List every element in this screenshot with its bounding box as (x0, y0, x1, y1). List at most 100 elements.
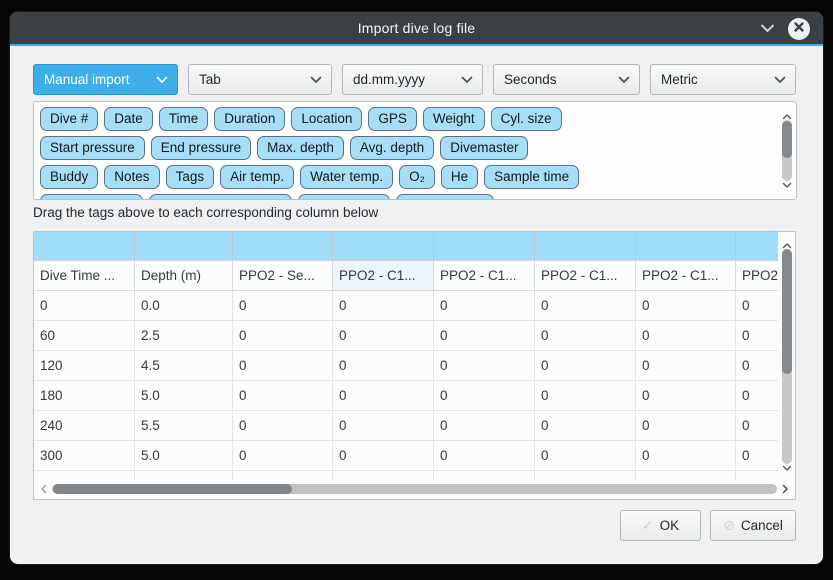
column-drop-target[interactable] (434, 232, 535, 260)
tag-chip[interactable]: Tags (166, 165, 215, 189)
table-cell: 0 (736, 291, 778, 320)
tag-chip[interactable]: End pressure (151, 136, 251, 160)
duration-format-select[interactable]: Seconds (493, 64, 640, 95)
chevron-down-icon (310, 72, 322, 87)
cancel-button[interactable]: ⊘ Cancel (710, 510, 796, 541)
scroll-track[interactable] (52, 484, 777, 494)
column-drop-target[interactable] (736, 232, 778, 260)
duration-format-value: Seconds (504, 72, 618, 87)
tag-chip[interactable]: Sample CNS (396, 194, 494, 200)
table-cell: 5.0 (135, 381, 233, 410)
scroll-track[interactable] (782, 249, 792, 464)
table-vertical-scrollbar[interactable] (780, 233, 794, 480)
table-cell: 0 (233, 351, 333, 380)
units-value: Metric (661, 72, 774, 87)
import-mode-select[interactable]: Manual import (33, 64, 178, 95)
tag-chip[interactable]: Time (159, 107, 209, 131)
scroll-thumb[interactable] (782, 249, 792, 374)
column-drop-target[interactable] (135, 232, 233, 260)
tag-chip[interactable]: Date (104, 107, 153, 131)
tag-row: Dive #DateTimeDurationLocationGPSWeightC… (40, 107, 774, 131)
scroll-down-icon[interactable] (782, 176, 792, 194)
table-cell: 0 (34, 291, 135, 320)
scroll-down-icon[interactable] (782, 459, 792, 477)
table-cell: 2.5 (135, 321, 233, 350)
table-cell: 120 (34, 351, 135, 380)
table-cell: 0 (535, 351, 636, 380)
table-cell: 0 (736, 441, 778, 470)
tag-chip[interactable]: Location (291, 107, 362, 131)
tag-chip[interactable]: Air temp. (220, 165, 294, 189)
table-cell: 180 (34, 381, 135, 410)
tag-chip[interactable]: Duration (214, 107, 285, 131)
column-header: PPO2 - Se... (233, 261, 333, 290)
table-cell-partial (233, 471, 333, 480)
tag-chip[interactable]: Max. depth (257, 136, 344, 160)
column-drop-target[interactable] (333, 232, 434, 260)
import-options-row: Manual import Tab dd.mm.yyyy Seconds Met… (33, 64, 796, 95)
chevron-down-icon (156, 72, 168, 87)
ok-button[interactable]: ✓ OK (620, 510, 701, 541)
tag-chip[interactable]: Divemaster (440, 136, 528, 160)
import-mode-value: Manual import (44, 72, 156, 87)
column-drop-target[interactable] (535, 232, 636, 260)
tag-row: BuddyNotes TagsAir temp.Water temp.O₂HeSa… (40, 165, 774, 189)
tag-panel: Dive #DateTimeDurationLocationGPSWeightC… (33, 101, 797, 200)
column-drop-target[interactable] (34, 232, 135, 260)
circle-slash-icon: ⊘ (723, 517, 735, 534)
chevron-down-icon (461, 72, 473, 87)
tag-chip[interactable]: GPS (368, 107, 417, 131)
table-horizontal-scrollbar[interactable] (35, 481, 794, 498)
column-drop-target[interactable] (636, 232, 736, 260)
import-dialog: Import dive log file Manual import Tab (10, 12, 823, 564)
table-header-row: Dive Time ...Depth (m)PPO2 - Se...PPO2 -… (34, 261, 778, 291)
tag-chip[interactable]: Notes (104, 165, 159, 189)
titlebar[interactable]: Import dive log file (10, 12, 823, 46)
scroll-track[interactable] (782, 120, 792, 181)
table-cell: 0 (233, 321, 333, 350)
tag-chip[interactable]: Sample pO₂ (298, 194, 391, 200)
collapse-window-button[interactable] (760, 20, 775, 38)
tag-chip[interactable]: Sample time (484, 165, 579, 189)
table-cell: 0 (636, 351, 736, 380)
tag-chip[interactable]: Weight (423, 107, 485, 131)
table-row: 00.0000000 (34, 291, 778, 321)
table-cell: 60 (34, 321, 135, 350)
column-drop-target[interactable] (233, 232, 333, 260)
tag-chip[interactable]: Dive # (40, 107, 98, 131)
tag-chip[interactable]: Buddy (40, 165, 98, 189)
tag-chip[interactable]: He (441, 165, 478, 189)
close-window-button[interactable] (788, 18, 810, 40)
tag-chip[interactable]: Start pressure (40, 136, 145, 160)
column-drop-row (34, 232, 778, 261)
tag-chip[interactable]: O₂ (399, 165, 435, 189)
tag-chip[interactable]: Avg. depth (350, 136, 434, 160)
table-cell: 0 (434, 411, 535, 440)
column-header: Dive Time ... (34, 261, 135, 290)
table-cell-partial (135, 471, 233, 480)
table-cell: 0 (535, 441, 636, 470)
scroll-thumb[interactable] (782, 121, 792, 158)
tag-chip[interactable]: Cyl. size (491, 107, 562, 131)
table-cell: 0.0 (135, 291, 233, 320)
table-cell: 0 (736, 321, 778, 350)
table-cell: 0 (636, 441, 736, 470)
tag-panel-scrollbar[interactable] (780, 104, 794, 197)
units-select[interactable]: Metric (650, 64, 796, 95)
field-separator-value: Tab (199, 72, 310, 87)
tag-chip[interactable]: Sample temperature (149, 194, 291, 200)
tag-chip[interactable]: Sample depth (40, 194, 143, 200)
field-separator-select[interactable]: Tab (188, 64, 332, 95)
table-cell: 0 (736, 351, 778, 380)
table-cell: 0 (233, 381, 333, 410)
date-format-select[interactable]: dd.mm.yyyy (342, 64, 483, 95)
table-row: 1204.5000000 (34, 351, 778, 381)
column-header: PPO2 - C1... (434, 261, 535, 290)
scroll-thumb[interactable] (53, 484, 292, 494)
table-cell: 0 (535, 381, 636, 410)
table-cell: 0 (333, 321, 434, 350)
tag-chip[interactable]: Water temp. (300, 165, 393, 189)
chevron-down-icon (618, 72, 630, 87)
scroll-right-icon[interactable] (782, 481, 789, 499)
scroll-left-icon[interactable] (40, 481, 47, 499)
